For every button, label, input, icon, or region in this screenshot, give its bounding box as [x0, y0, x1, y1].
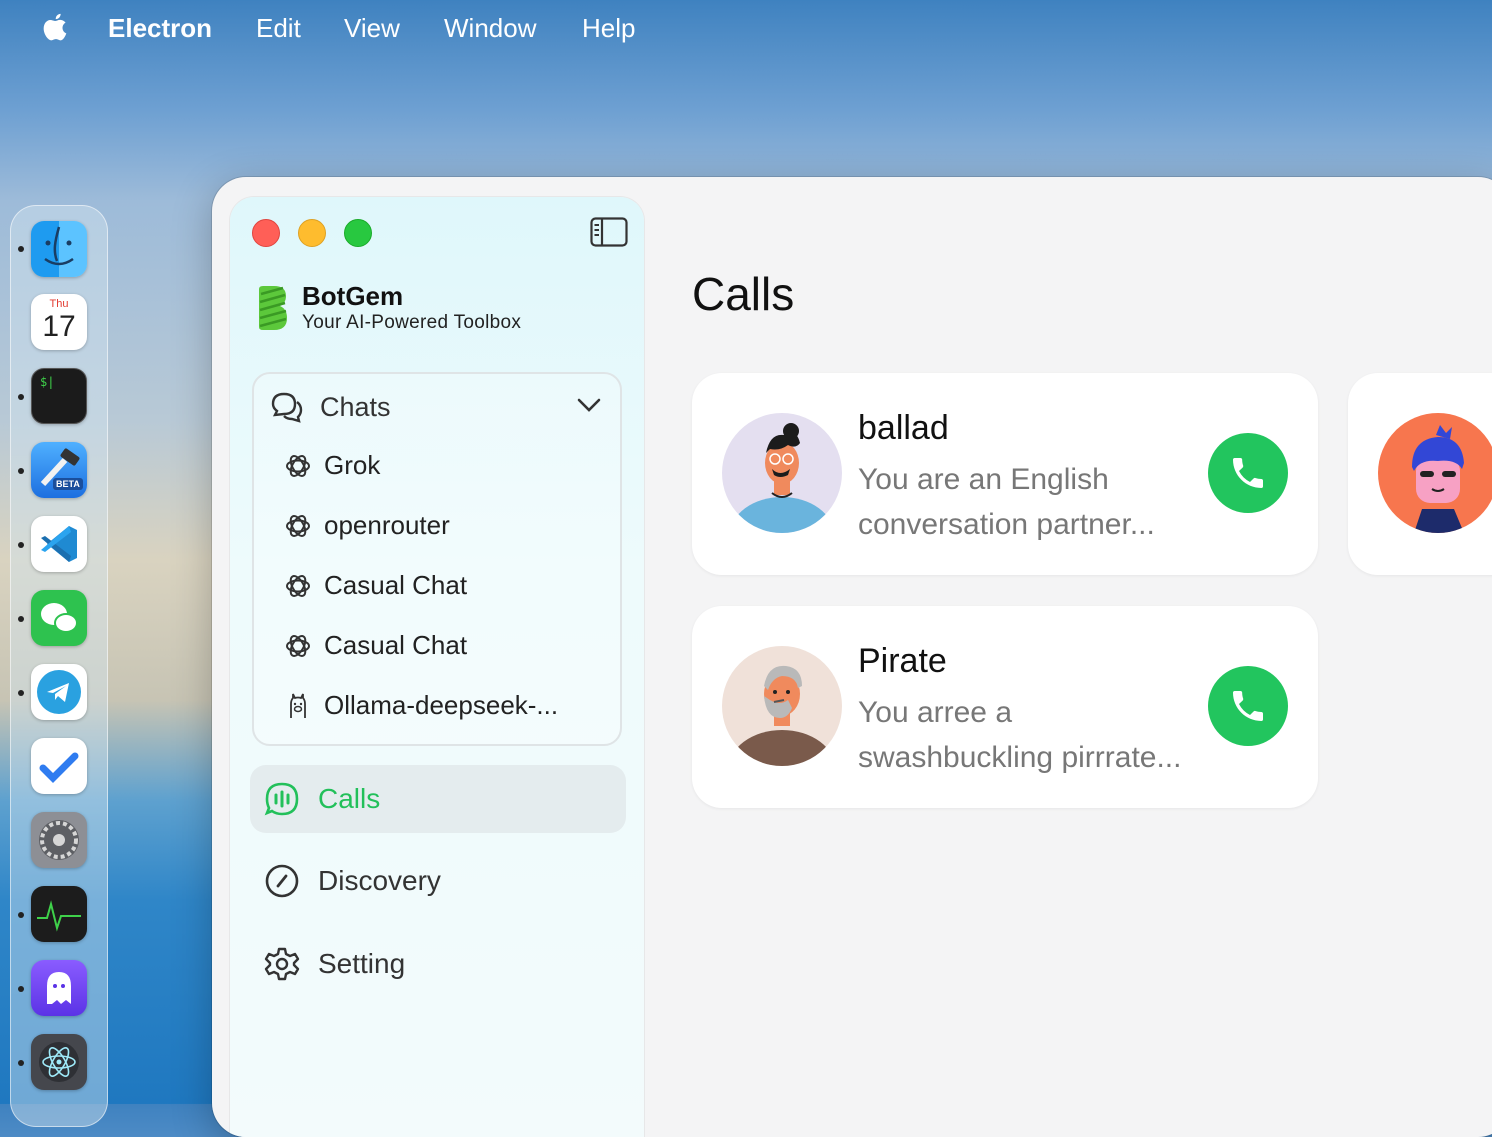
- running-indicator: [18, 912, 24, 918]
- chat-item-casual-chat-2[interactable]: Casual Chat: [254, 620, 620, 676]
- chats-section: Chats Grok openrouter Casual Chat Casual…: [252, 372, 622, 746]
- chat-item-label: Casual Chat: [324, 570, 468, 600]
- sidebar: BotGem Your AI-Powered Toolbox Chats Gro…: [230, 197, 644, 1137]
- nav-label: Calls: [318, 783, 381, 814]
- wechat-icon[interactable]: [31, 590, 87, 646]
- phone-icon: [1233, 691, 1263, 721]
- call-card-pirate[interactable]: Pirate You arree a swashbuckling pirrrat…: [692, 606, 1318, 808]
- ollama-icon: [290, 693, 306, 718]
- nav-label: Setting: [318, 948, 406, 979]
- chat-item-label: openrouter: [324, 510, 450, 540]
- call-button[interactable]: [1208, 666, 1288, 746]
- menu-edit[interactable]: Edit: [256, 13, 301, 44]
- chat-item-label: Ollama-deepseek-...: [324, 690, 559, 720]
- zoom-window-button[interactable]: [344, 219, 372, 247]
- chat-item-openrouter[interactable]: openrouter: [254, 500, 620, 556]
- nav-label: Discovery: [318, 865, 441, 896]
- avatar: [1378, 413, 1492, 533]
- chats-icon: [271, 392, 303, 423]
- card-description: You arree a swashbuckling pirrrate...: [858, 696, 1182, 774]
- call-card-ballad[interactable]: ballad You are an English conversation p…: [692, 373, 1318, 575]
- calls-icon: [264, 782, 299, 816]
- minimize-window-button[interactable]: [298, 219, 326, 247]
- page-title: Calls: [692, 268, 795, 320]
- chats-header[interactable]: Chats: [254, 374, 620, 440]
- running-indicator: [18, 542, 24, 548]
- menu-window[interactable]: Window: [444, 13, 536, 44]
- terminal-icon[interactable]: $|: [31, 368, 87, 424]
- avatar: [722, 413, 842, 533]
- terminal-prompt: $|: [40, 375, 55, 389]
- calendar-weekday: Thu: [49, 298, 69, 310]
- openai-icon: [286, 575, 310, 597]
- sidebar-toggle-icon[interactable]: [590, 217, 628, 247]
- finder-icon[interactable]: [31, 221, 87, 277]
- chat-item-ollama-deepseek[interactable]: Ollama-deepseek-...: [254, 680, 620, 736]
- calendar-icon[interactable]: Thu 17: [31, 294, 87, 350]
- xcode-beta-badge: BETA: [53, 478, 83, 490]
- vscode-icon[interactable]: [31, 516, 87, 572]
- xcode-icon[interactable]: BETA: [31, 442, 87, 498]
- chat-item-label: Casual Chat: [324, 630, 468, 660]
- apple-icon[interactable]: [40, 12, 70, 46]
- menu-app-name[interactable]: Electron: [108, 13, 212, 44]
- running-indicator: [18, 468, 24, 474]
- menu-view[interactable]: View: [344, 13, 400, 44]
- chevron-down-icon[interactable]: [576, 396, 602, 414]
- nav-discovery[interactable]: Discovery: [250, 847, 626, 915]
- menu-help[interactable]: Help: [582, 13, 635, 44]
- running-indicator: [18, 1060, 24, 1066]
- card-name: ballad: [858, 409, 949, 447]
- chat-item-label: Grok: [324, 450, 381, 480]
- nav-calls[interactable]: Calls: [250, 765, 626, 833]
- running-indicator: [18, 246, 24, 252]
- openai-icon: [286, 635, 310, 657]
- dock: Thu 17 $| BETA: [10, 205, 108, 1127]
- nav-setting[interactable]: Setting: [250, 930, 626, 998]
- close-window-button[interactable]: [252, 219, 280, 247]
- chats-label: Chats: [320, 392, 391, 422]
- card-name: Pirate: [858, 642, 947, 680]
- activity-monitor-icon[interactable]: [31, 886, 87, 942]
- avatar: [722, 646, 842, 766]
- running-indicator: [18, 394, 24, 400]
- call-card-partial[interactable]: [1348, 373, 1492, 575]
- ghost-app-icon[interactable]: [31, 960, 87, 1016]
- system-settings-icon[interactable]: [31, 812, 87, 868]
- menu-bar: Electron Edit View Window Help: [0, 0, 1492, 58]
- gear-icon: [264, 947, 300, 981]
- chat-item-casual-chat[interactable]: Casual Chat: [254, 560, 620, 616]
- running-indicator: [18, 616, 24, 622]
- electron-icon[interactable]: [31, 1034, 87, 1090]
- tasks-icon[interactable]: [31, 738, 87, 794]
- calendar-day: 17: [42, 310, 76, 343]
- compass-icon: [265, 864, 299, 898]
- openai-icon: [286, 515, 310, 537]
- brand-subtitle: Your AI-Powered Toolbox: [302, 312, 522, 333]
- brand-name: BotGem: [302, 281, 404, 311]
- running-indicator: [18, 690, 24, 696]
- chat-item-grok[interactable]: Grok: [254, 440, 620, 496]
- call-button[interactable]: [1208, 433, 1288, 513]
- telegram-icon[interactable]: [31, 664, 87, 720]
- card-description: You are an English conversation partner.…: [858, 463, 1155, 541]
- phone-icon: [1233, 458, 1263, 488]
- running-indicator: [18, 986, 24, 992]
- botgem-logo-icon: [259, 286, 287, 330]
- app-window: BotGem Your AI-Powered Toolbox Chats Gro…: [212, 177, 1492, 1137]
- openai-icon: [286, 455, 310, 477]
